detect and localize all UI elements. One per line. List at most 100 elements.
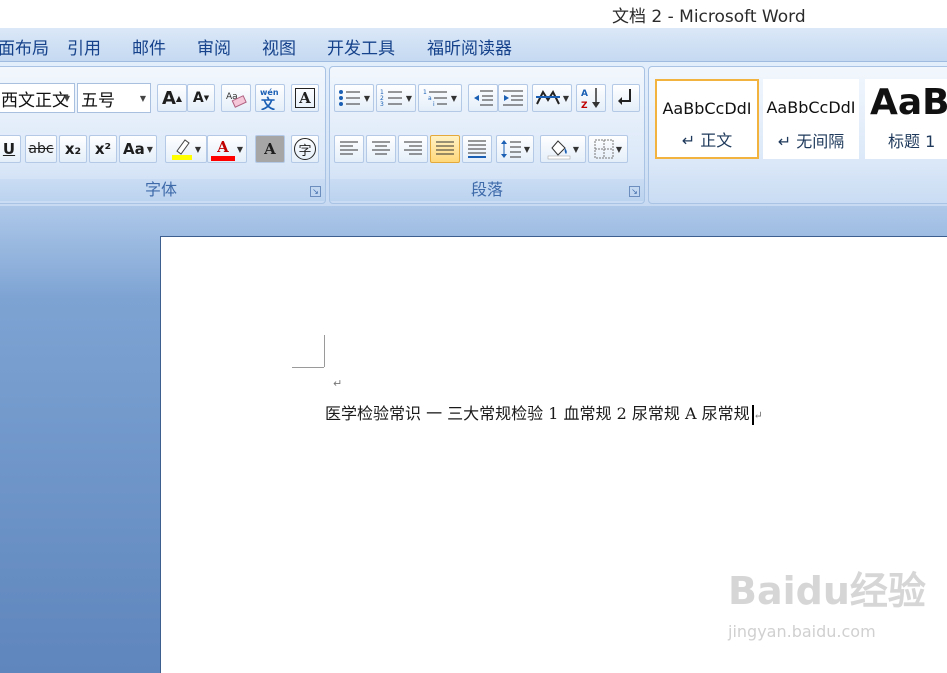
- enclose-characters-button[interactable]: 字: [291, 135, 319, 163]
- character-shading-icon: A: [264, 140, 276, 158]
- svg-text:wén: wén: [260, 87, 279, 97]
- paint-bucket-icon: [547, 140, 571, 160]
- distributed-button[interactable]: [462, 135, 492, 163]
- title-bar: 文档 2 - Microsoft Word: [0, 0, 947, 28]
- borders-button[interactable]: ▼: [588, 135, 628, 163]
- font-color-button[interactable]: A ▼: [207, 135, 247, 163]
- show-hide-marks-button[interactable]: [612, 84, 640, 112]
- tab-developer[interactable]: 开发工具: [327, 34, 395, 59]
- baidu-watermark: Baidu经验 jingyan.baidu.com: [728, 560, 938, 660]
- tab-page-layout[interactable]: 面布局: [0, 34, 49, 59]
- distributed-icon: [468, 140, 486, 158]
- grow-font-icon: A: [161, 87, 176, 109]
- tab-references[interactable]: 引用: [67, 34, 101, 59]
- phonetic-guide-button[interactable]: wén 文: [255, 84, 285, 112]
- ribbon-tabs: 面布局 引用 邮件 审阅 视图 开发工具 福昕阅读器: [0, 28, 947, 62]
- style-name: ↵ 无间隔: [777, 132, 845, 151]
- watermark-site: jingyan.baidu.com: [728, 622, 876, 641]
- strikethrough-button[interactable]: abc: [25, 135, 57, 163]
- style-heading-1[interactable]: AaBl 标题 1: [865, 79, 947, 159]
- bullets-button[interactable]: ▼: [334, 84, 374, 112]
- font-size-combo[interactable]: 五号 ▼: [77, 83, 151, 113]
- justify-icon: [436, 141, 454, 155]
- character-shading-button[interactable]: A: [255, 135, 285, 163]
- subscript-icon: x₂: [64, 140, 82, 158]
- decrease-indent-button[interactable]: [468, 84, 498, 112]
- font-name-combo[interactable]: 西文正文 ▼: [0, 83, 75, 113]
- font-group: 西文正文 ▼ 五号 ▼ A ▲ A ▼ Aa wén 文 A U abc x₂ …: [0, 66, 326, 204]
- borders-icon: [594, 139, 614, 159]
- align-right-button[interactable]: [398, 135, 428, 163]
- style-name: 标题 1: [888, 132, 936, 151]
- decrease-indent-icon: [474, 90, 493, 106]
- svg-text:a: a: [428, 95, 432, 102]
- window-title: 文档 2 - Microsoft Word: [612, 7, 806, 27]
- justify-button[interactable]: [430, 135, 460, 163]
- font-color-bar: [210, 155, 235, 161]
- svg-text:1: 1: [423, 89, 427, 96]
- margin-corner-mark: [292, 367, 324, 368]
- highlight-color-bar: [171, 155, 192, 160]
- align-center-button[interactable]: [366, 135, 396, 163]
- tab-foxit-reader[interactable]: 福昕阅读器: [427, 34, 512, 59]
- tab-mailings[interactable]: 邮件: [132, 34, 166, 59]
- numbering-icon: 1 2 3: [380, 89, 402, 108]
- paragraph-group-label: 段落: [330, 179, 644, 201]
- character-border-button[interactable]: A: [291, 84, 319, 112]
- document-text: 医学检验常识 一 三大常规检验 1 血常规 2 尿常规 A 尿常规: [325, 404, 750, 423]
- increase-indent-icon: [503, 90, 523, 106]
- line-spacing-button[interactable]: ▼: [496, 135, 534, 163]
- svg-text:3: 3: [380, 101, 384, 108]
- superscript-button[interactable]: x²: [89, 135, 117, 163]
- styles-group: AaBbCcDdI ↵ 正文 AaBbCcDdI ↵ 无间隔 AaBl 标题 1: [648, 66, 947, 204]
- phonetic-guide-icon: wén 文: [260, 87, 279, 110]
- ribbon: 西文正文 ▼ 五号 ▼ A ▲ A ▼ Aa wén 文 A U abc x₂ …: [0, 62, 947, 206]
- style-sample: AaBbCcDdI: [662, 99, 752, 118]
- svg-text:文: 文: [261, 96, 276, 110]
- chinese-layout-icon: [535, 89, 560, 105]
- enclose-characters-icon: 字: [294, 138, 316, 160]
- underline-icon: U: [2, 140, 16, 158]
- chevron-down-icon: ▼: [139, 94, 146, 103]
- paragraph-mark: ↵: [753, 409, 763, 422]
- sort-button[interactable]: A Z: [576, 84, 606, 112]
- watermark-logo: Baidu经验: [728, 569, 926, 613]
- font-dialog-launcher-icon[interactable]: ↘: [310, 186, 321, 197]
- paragraph-dialog-launcher-icon[interactable]: ↘: [629, 186, 640, 197]
- chinese-layout-button[interactable]: ▼: [532, 84, 572, 112]
- tab-review[interactable]: 审阅: [197, 34, 231, 59]
- increase-indent-button[interactable]: [498, 84, 528, 112]
- shrink-font-icon: A: [192, 90, 204, 106]
- grow-font-button[interactable]: A ▲: [157, 84, 187, 112]
- highlight-color-button[interactable]: ▼: [165, 135, 207, 163]
- strikethrough-icon: abc: [28, 141, 54, 157]
- shrink-font-button[interactable]: A ▼: [187, 84, 215, 112]
- chevron-down-icon: ▼: [63, 94, 70, 103]
- subscript-button[interactable]: x₂: [59, 135, 87, 163]
- document-text-line[interactable]: 医学检验常识 一 三大常规检验 1 血常规 2 尿常规 A 尿常规 ↵: [325, 400, 763, 425]
- style-no-spacing[interactable]: AaBbCcDdI ↵ 无间隔: [763, 79, 859, 159]
- bullets-icon: [338, 90, 360, 106]
- change-case-icon: Aa: [123, 140, 145, 158]
- style-normal[interactable]: AaBbCcDdI ↵ 正文: [655, 79, 759, 159]
- numbering-button[interactable]: 1 2 3 ▼: [376, 84, 416, 112]
- sort-icon: A Z: [581, 88, 600, 110]
- clear-format-button[interactable]: Aa: [221, 84, 251, 112]
- svg-text:Z: Z: [581, 101, 588, 110]
- paragraph-mark: ↵: [333, 377, 343, 390]
- line-spacing-icon: [500, 140, 521, 158]
- style-sample: AaBbCcDdI: [766, 98, 856, 117]
- multilevel-list-button[interactable]: 1 a i ▼: [418, 84, 462, 112]
- underline-button[interactable]: U: [0, 135, 21, 163]
- style-sample: AaBl: [870, 82, 947, 123]
- shading-button[interactable]: ▼: [540, 135, 586, 163]
- tab-view[interactable]: 视图: [262, 34, 296, 59]
- svg-text:A: A: [581, 89, 588, 99]
- align-left-icon: [340, 141, 358, 155]
- font-size-value: 五号: [81, 90, 115, 111]
- paragraph-group: ▼ 1 2 3 ▼ 1 a i ▼ ▼ A Z ▼ ▼ ▼ 段落 ↘: [329, 66, 645, 204]
- change-case-button[interactable]: Aa ▼: [119, 135, 157, 163]
- clear-format-icon: Aa: [226, 92, 247, 108]
- align-left-button[interactable]: [334, 135, 364, 163]
- font-name-value: 西文正文: [1, 90, 69, 111]
